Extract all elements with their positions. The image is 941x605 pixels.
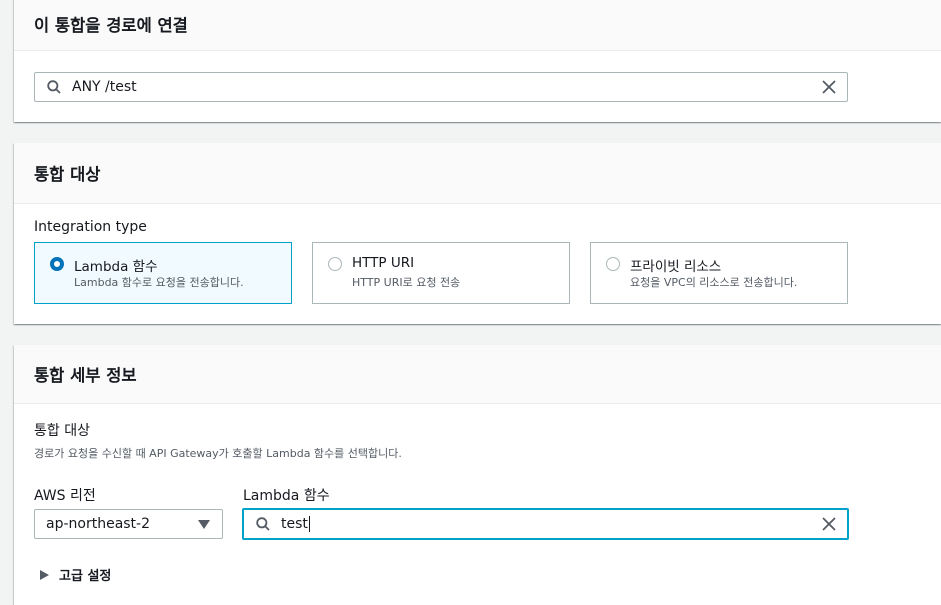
advanced-settings-toggle[interactable]: 고급 설정 [40,565,111,584]
region-value: ap-northeast-2 [46,516,151,532]
integration-target-panel: 통합 대상 Integration type Lambda 함수 Lambda … [14,143,941,324]
search-icon [256,517,270,531]
integration-type-label: Integration type [34,219,147,235]
route-panel: 이 통합을 경로에 연결 ANY /test [14,0,941,122]
option-http-label: HTTP URI [352,255,415,271]
radio-http[interactable] [328,257,342,271]
lambda-search-input[interactable]: test [242,508,849,540]
close-icon[interactable] [822,517,836,531]
lambda-search-value: test [281,516,308,532]
option-http-description: HTTP URI로 요청 전송 [352,276,461,289]
advanced-settings-label: 고급 설정 [59,569,112,584]
option-lambda-label: Lambda 함수 [74,259,158,275]
option-private-description: 요청을 VPC의 리소스로 전송합니다. [630,276,798,289]
route-panel-title: 이 통합을 경로에 연결 [14,0,941,51]
radio-lambda[interactable] [50,257,64,271]
region-select[interactable]: ap-northeast-2 [34,509,223,539]
text-cursor [308,516,310,532]
caret-right-icon [40,569,49,580]
route-search-value: ANY /test [72,79,137,95]
option-private-label: 프라이빗 리소스 [630,259,722,275]
integration-target-title: 통합 대상 [14,143,941,204]
lambda-label: Lambda 함수 [243,488,330,504]
option-lambda-tile[interactable]: Lambda 함수 Lambda 함수로 요청을 전송합니다. [34,242,292,304]
search-icon [47,80,61,94]
region-label: AWS 리전 [34,488,96,504]
caret-down-icon [198,520,210,529]
option-http-tile[interactable]: HTTP URI HTTP URI로 요청 전송 [312,242,570,304]
integration-details-panel: 통합 세부 정보 통합 대상 경로가 요청을 수신할 때 API Gateway… [14,345,941,605]
close-icon[interactable] [822,80,836,94]
target-label: 통합 대상 [34,423,90,439]
target-description: 경로가 요청을 수신할 때 API Gateway가 호출할 Lambda 함수… [34,447,402,460]
integration-details-title: 통합 세부 정보 [14,345,941,404]
route-search-input[interactable]: ANY /test [34,72,848,102]
radio-private[interactable] [606,257,620,271]
option-lambda-description: Lambda 함수로 요청을 전송합니다. [74,276,244,289]
option-private-tile[interactable]: 프라이빗 리소스 요청을 VPC의 리소스로 전송합니다. [590,242,848,304]
